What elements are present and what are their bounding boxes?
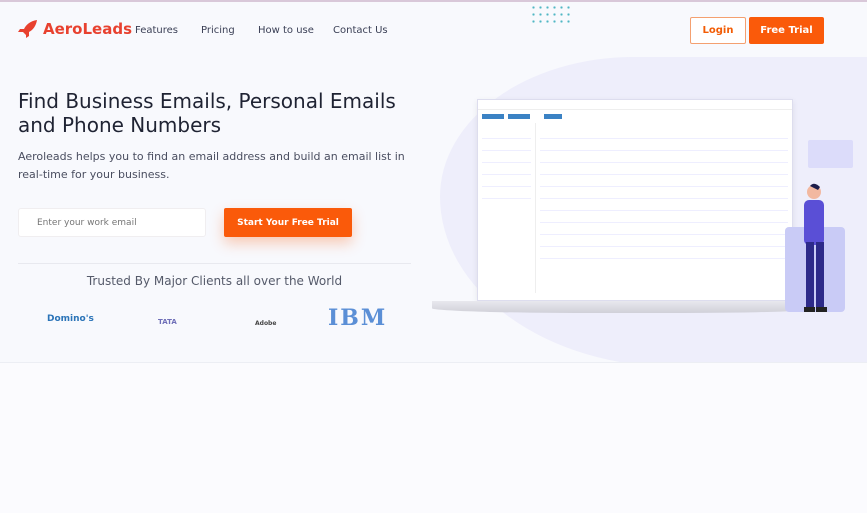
start-free-trial-button[interactable]: Start Your Free Trial [224, 208, 352, 237]
decorative-card [808, 140, 853, 168]
hero-subtitle: Aeroleads helps you to find an email add… [18, 150, 405, 181]
client-logo-adobe: Adobe [255, 320, 277, 327]
trusted-heading: Trusted By Major Clients all over the Wo… [86, 274, 343, 288]
rocket-icon [18, 20, 37, 38]
client-logo-dominos: Domino's [47, 314, 94, 324]
nav-how-to-use[interactable]: How to use [258, 25, 314, 36]
lower-section [0, 362, 867, 513]
free-trial-button[interactable]: Free Trial [749, 17, 824, 44]
logo[interactable]: AeroLeads [18, 20, 132, 38]
page-title: Find Business Emails, Personal Emails an… [18, 89, 396, 137]
nav-contact-us[interactable]: Contact Us [333, 25, 388, 36]
top-nav: AeroLeads Features Pricing How to use Co… [0, 2, 867, 60]
email-input[interactable] [18, 208, 206, 237]
laptop-base [432, 301, 827, 313]
nav-features[interactable]: Features [135, 25, 178, 36]
app-preview-screenshot [477, 99, 793, 301]
client-logo-tata: TATA [158, 318, 177, 326]
person-illustration [804, 183, 827, 312]
client-logo-ibm: IBM [328, 305, 388, 331]
nav-pricing[interactable]: Pricing [201, 25, 235, 36]
divider [18, 263, 411, 264]
login-button[interactable]: Login [690, 17, 746, 44]
brand-name: AeroLeads [43, 20, 133, 38]
